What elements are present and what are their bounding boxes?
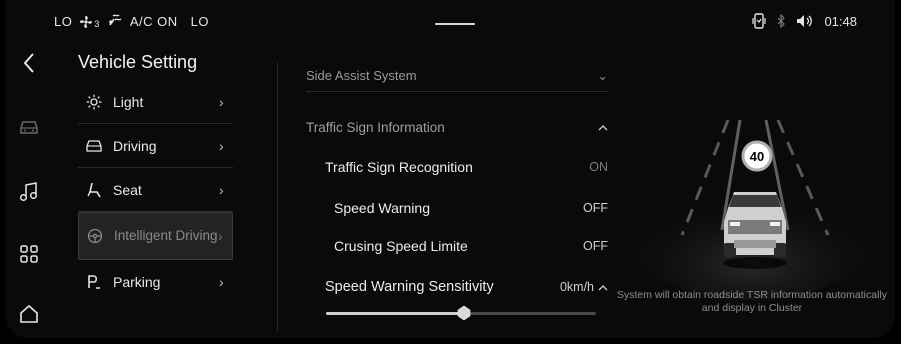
left-dock — [6, 40, 54, 338]
speed-limit-sign-icon: 40 — [741, 140, 773, 172]
pull-down-handle[interactable] — [435, 23, 475, 25]
clock: 01:48 — [824, 13, 857, 29]
slider-fill — [326, 312, 464, 315]
row-value: 0km/h — [559, 280, 594, 294]
infotainment-screen: LO 3 A/C ON LO 01:48 Vehicle Setting Lig… — [6, 0, 895, 338]
chevron-right-icon: › — [219, 137, 224, 154]
panel-divider — [277, 62, 278, 332]
svg-text:40: 40 — [750, 149, 764, 164]
phone-connection-icon — [752, 13, 767, 29]
climate-status[interactable]: LO 3 A/C ON LO — [54, 13, 209, 30]
chevron-right-icon: › — [219, 93, 224, 110]
menu-item-label: Parking — [113, 274, 161, 290]
climate-left-temp: LO — [54, 14, 73, 29]
chevron-right-icon: › — [218, 228, 223, 244]
traffic-sign-recognition-row[interactable]: Traffic Sign Recognition ON — [306, 156, 608, 178]
ac-status-label: A/C ON — [129, 14, 178, 29]
row-value: OFF — [583, 239, 608, 253]
seat-icon — [84, 180, 104, 200]
climate-right-temp: LO — [190, 14, 209, 29]
music-icon[interactable] — [16, 179, 42, 205]
chevron-up-icon — [598, 278, 608, 296]
sensitivity-slider[interactable] — [326, 305, 596, 321]
status-icons: 01:48 — [752, 13, 857, 29]
menu-item-parking[interactable]: Parking › — [78, 260, 233, 304]
row-label: Traffic Sign Recognition — [325, 159, 473, 175]
chevron-up-icon — [598, 120, 608, 134]
slider-thumb[interactable] — [456, 305, 472, 321]
row-label: Speed Warning Sensitivity — [325, 279, 494, 295]
bluetooth-icon — [776, 14, 786, 28]
speed-warning-sensitivity-row[interactable]: Speed Warning Sensitivity 0km/h — [306, 276, 608, 298]
settings-menu: Light › Driving › Seat › Intelligent Dri… — [78, 80, 233, 304]
row-value: OFF — [583, 201, 608, 215]
chevron-down-icon: ⌄ — [597, 70, 608, 83]
menu-item-light[interactable]: Light › — [78, 80, 233, 124]
car-icon[interactable] — [16, 115, 42, 141]
tsr-illustration: 40 — [610, 100, 895, 300]
car-icon — [84, 136, 104, 156]
menu-item-label: Light — [113, 93, 144, 110]
sun-icon — [84, 92, 104, 112]
row-label: Crusing Speed Limite — [334, 238, 468, 254]
chevron-right-icon: › — [219, 181, 224, 198]
volume-icon — [796, 14, 814, 28]
menu-item-label: Seat — [113, 181, 142, 198]
ac-airflow-icon — [107, 13, 123, 30]
menu-item-label: Intelligent Driving — [114, 228, 218, 243]
menu-item-driving[interactable]: Driving › — [78, 124, 233, 168]
row-label: Side Assist System — [306, 70, 417, 83]
apps-grid-icon[interactable] — [16, 241, 42, 267]
parking-icon — [84, 272, 104, 292]
menu-item-intelligent-driving[interactable]: Intelligent Driving › — [78, 212, 233, 260]
steering-wheel-icon — [85, 226, 105, 246]
traffic-sign-section-header[interactable]: Traffic Sign Information — [306, 114, 608, 140]
menu-item-seat[interactable]: Seat › — [78, 168, 233, 212]
status-bar: LO 3 A/C ON LO 01:48 — [6, 0, 895, 40]
back-arrow-icon[interactable] — [16, 50, 42, 76]
menu-item-label: Driving — [113, 137, 157, 154]
fan-icon: 3 — [79, 15, 100, 29]
side-assist-row[interactable]: Side Assist System ⌄ — [306, 70, 608, 92]
home-icon[interactable] — [16, 301, 42, 327]
speed-warning-row[interactable]: Speed Warning OFF — [306, 197, 608, 219]
fan-level: 3 — [94, 18, 100, 29]
cruising-speed-limit-row[interactable]: Crusing Speed Limite OFF — [306, 235, 608, 257]
tsr-caption: System will obtain roadside TSR informat… — [616, 289, 887, 314]
chevron-right-icon: › — [219, 274, 224, 290]
page-title: Vehicle Setting — [78, 52, 198, 72]
row-label: Speed Warning — [334, 200, 430, 216]
row-value: ON — [589, 160, 608, 174]
section-title: Traffic Sign Information — [306, 119, 445, 135]
